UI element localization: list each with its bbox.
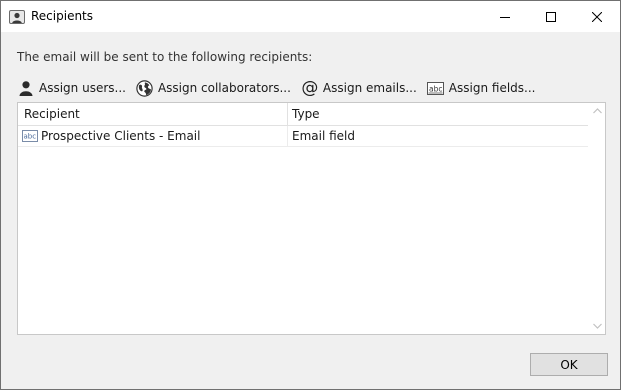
assign-fields-label: Assign fields... <box>448 81 536 95</box>
recipients-table[interactable]: Recipient Type abc Prospective Clients -… <box>17 102 606 335</box>
maximize-icon <box>546 11 556 22</box>
abc-field-icon: abc <box>427 79 445 97</box>
assign-collaborators-button[interactable]: Assign collaborators... <box>136 77 291 99</box>
close-icon <box>592 11 602 22</box>
close-button[interactable] <box>574 1 620 32</box>
chevron-up-icon <box>592 108 602 114</box>
assign-emails-label: Assign emails... <box>322 81 417 95</box>
minimize-button[interactable] <box>482 1 528 32</box>
assign-emails-button[interactable]: @ Assign emails... <box>301 77 417 99</box>
column-divider[interactable] <box>287 103 288 125</box>
ok-button[interactable]: OK <box>530 353 608 376</box>
title-bar[interactable]: Recipients <box>1 1 620 32</box>
assign-users-label: Assign users... <box>39 81 126 95</box>
table-header: Recipient Type <box>18 103 588 126</box>
abc-field-icon: abc <box>22 130 38 142</box>
assign-collaborators-label: Assign collaborators... <box>157 81 291 95</box>
scroll-down-button[interactable] <box>589 318 605 334</box>
vertical-scrollbar[interactable] <box>589 103 605 334</box>
table-row[interactable]: abc Prospective Clients - Email Email fi… <box>18 126 588 147</box>
contact-card-icon <box>9 9 25 25</box>
cell-divider <box>287 126 288 146</box>
column-header-recipient[interactable]: Recipient <box>24 103 80 125</box>
scroll-up-button[interactable] <box>589 103 605 119</box>
globe-icon <box>136 79 154 97</box>
assign-toolbar: Assign users... Assign collaborators... … <box>17 77 545 99</box>
recipient-type: Email field <box>292 129 355 143</box>
svg-text:abc: abc <box>429 84 442 93</box>
column-header-type[interactable]: Type <box>292 103 320 125</box>
assign-fields-button[interactable]: abc Assign fields... <box>427 77 536 99</box>
assign-users-button[interactable]: Assign users... <box>17 77 126 99</box>
svg-text:abc: abc <box>24 133 37 141</box>
window-title: Recipients <box>31 9 94 23</box>
recipients-dialog: Recipients The email will be sent to the… <box>0 0 621 390</box>
recipient-name: Prospective Clients - Email <box>41 129 201 143</box>
maximize-button[interactable] <box>528 1 574 32</box>
chevron-down-icon <box>592 323 602 329</box>
at-sign-icon: @ <box>301 78 319 98</box>
recipient-cell: abc Prospective Clients - Email <box>22 126 200 146</box>
intro-text: The email will be sent to the following … <box>17 50 313 64</box>
minimize-icon <box>500 16 510 18</box>
user-icon <box>17 79 35 97</box>
